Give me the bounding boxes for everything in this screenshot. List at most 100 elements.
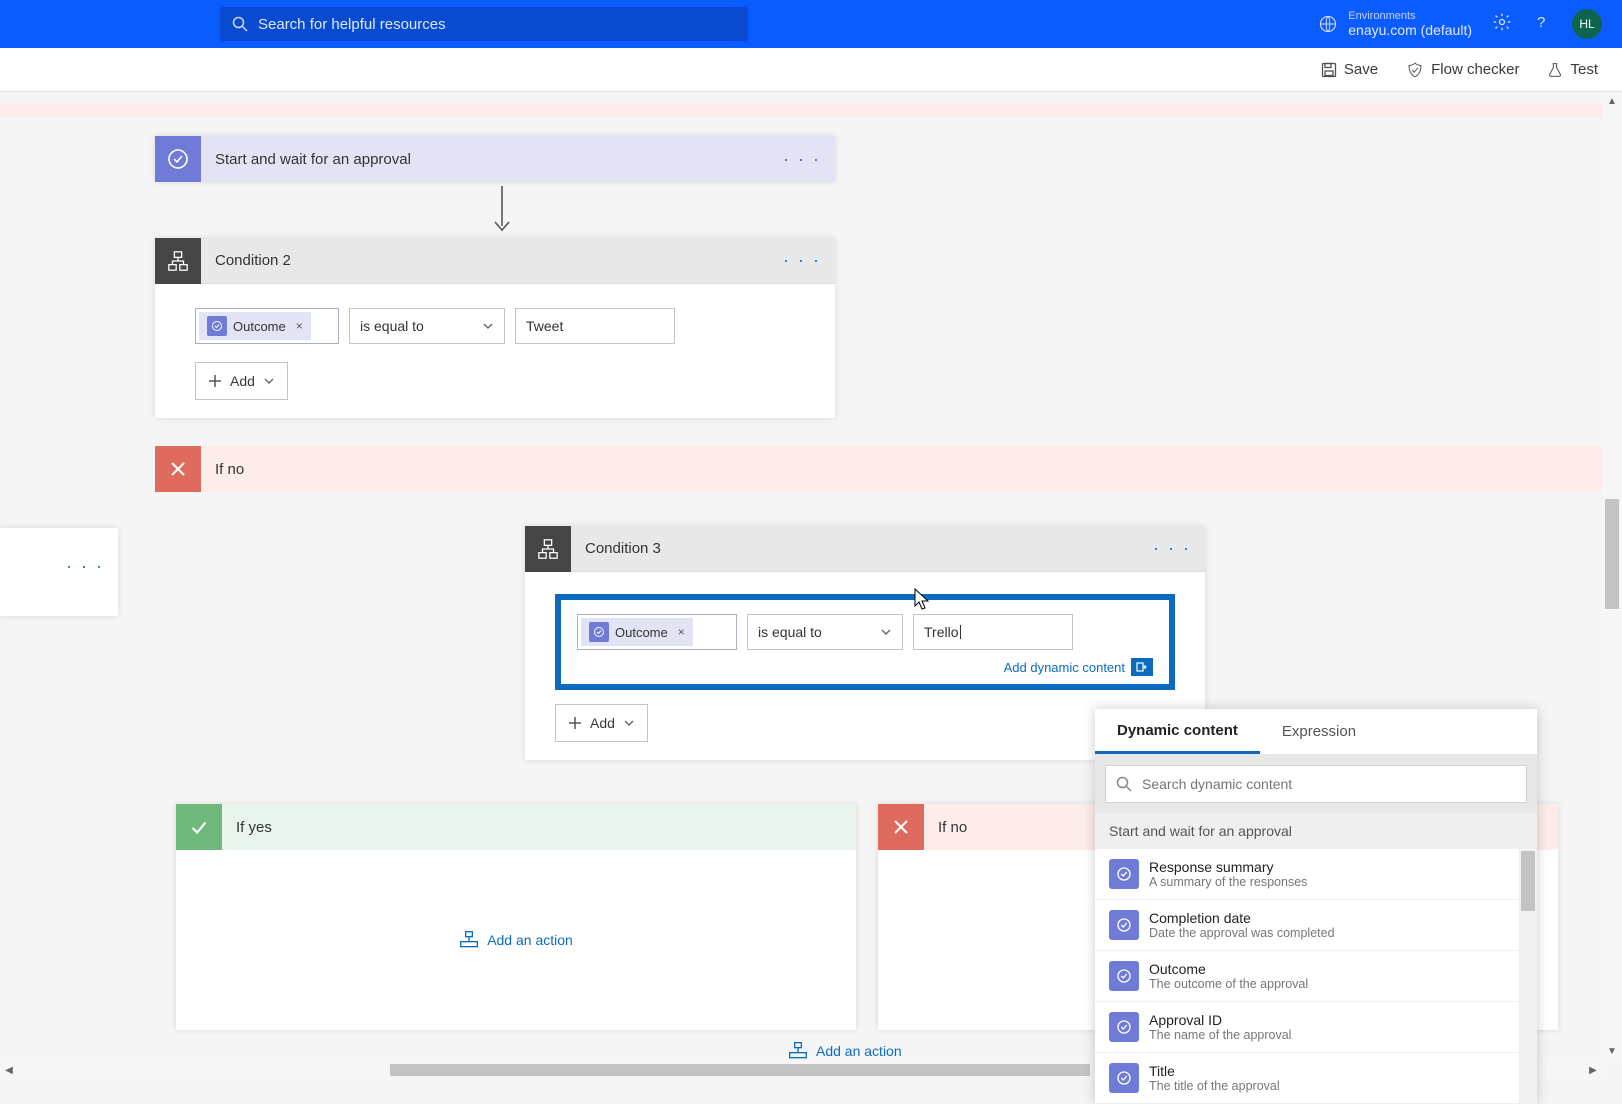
svg-text:?: ? — [1537, 14, 1545, 31]
add-label: Add — [590, 715, 615, 731]
add-action-label: Add an action — [816, 1043, 902, 1059]
search-icon — [1116, 776, 1132, 792]
condition-icon — [525, 526, 571, 572]
dc-item[interactable]: Completion dateDate the approval was com… — [1095, 900, 1537, 951]
condition-2-operator-select[interactable]: is equal to — [349, 308, 505, 344]
action-card-start-wait-approval[interactable]: Start and wait for an approval · · · — [155, 136, 835, 182]
dc-section-header: Start and wait for an approval — [1095, 813, 1537, 849]
condition-3-operator-select[interactable]: is equal to — [747, 614, 903, 650]
token-remove[interactable]: × — [678, 625, 685, 639]
approval-token-icon — [207, 316, 227, 336]
avatar-initials: HL — [1579, 17, 1594, 31]
flow-canvas[interactable]: Start and wait for an approval · · · Con… — [0, 92, 1622, 1080]
test-label: Test — [1570, 61, 1598, 78]
dc-item-title: Approval ID — [1149, 1012, 1291, 1028]
search-input[interactable]: Search for helpful resources — [220, 7, 748, 41]
tab-label: Dynamic content — [1117, 722, 1238, 739]
chevron-down-icon — [880, 626, 892, 638]
collapsed-branch-menu[interactable]: · · · — [66, 556, 104, 577]
dc-item-title: Response summary — [1149, 859, 1307, 875]
dc-item-list: Response summaryA summary of the respons… — [1095, 849, 1537, 1104]
dc-item[interactable]: OutcomeThe outcome of the approval — [1095, 951, 1537, 1002]
search-icon — [232, 16, 248, 32]
dc-search-input[interactable] — [1142, 776, 1516, 792]
dc-item-title: Completion date — [1149, 910, 1335, 926]
environments-icon — [1318, 14, 1338, 34]
environments-name: enayu.com (default) — [1348, 22, 1472, 38]
branch-card-if-yes[interactable]: If yes Add an action — [176, 804, 856, 1030]
chevron-down-icon — [482, 320, 494, 332]
save-button[interactable]: Save — [1321, 61, 1378, 78]
token-label: Outcome — [233, 319, 286, 334]
environment-picker[interactable]: Environments enayu.com (default) — [1318, 10, 1472, 38]
add-label: Add — [230, 373, 255, 389]
condition-3-left-operand[interactable]: Outcome × — [577, 614, 737, 650]
save-label: Save — [1344, 61, 1378, 78]
if-no-label: If no — [215, 461, 244, 478]
condition-2-menu[interactable]: · · · — [783, 250, 821, 271]
dynamic-content-search[interactable] — [1105, 765, 1527, 803]
approval-token-icon — [1109, 1012, 1139, 1042]
tab-expression[interactable]: Expression — [1260, 709, 1378, 754]
help-icon[interactable]: ? — [1532, 12, 1552, 37]
if-yes-label: If yes — [236, 819, 272, 836]
condition-2-left-operand[interactable]: Outcome × — [195, 308, 339, 344]
branch-bar-if-no[interactable]: If no — [0, 446, 1622, 492]
add-action-button-bottom[interactable]: Add an action — [788, 1041, 902, 1061]
dc-item-desc: Date the approval was completed — [1149, 926, 1335, 940]
dc-item[interactable]: TitleThe title of the approval — [1095, 1053, 1537, 1104]
scroll-left-arrow[interactable]: ◀ — [0, 1060, 18, 1080]
dynamic-content-toggle[interactable] — [1131, 658, 1153, 676]
test-icon — [1547, 62, 1563, 78]
dc-item-title: Outcome — [1149, 961, 1308, 977]
scroll-up-arrow[interactable]: ▲ — [1602, 92, 1622, 110]
approval-token-icon — [1109, 859, 1139, 889]
dc-item-desc: The name of the approval — [1149, 1028, 1291, 1042]
add-action-icon — [459, 930, 479, 950]
dc-scrollbar[interactable] — [1519, 849, 1537, 1104]
dc-item[interactable]: Approval IDThe name of the approval — [1095, 1002, 1537, 1053]
add-dynamic-content-link[interactable]: Add dynamic content — [1004, 660, 1125, 675]
dc-item-title: Title — [1149, 1063, 1280, 1079]
user-avatar[interactable]: HL — [1572, 9, 1602, 39]
connector-arrow — [490, 186, 514, 236]
token-remove[interactable]: × — [296, 319, 303, 333]
dc-item[interactable]: Response summaryA summary of the respons… — [1095, 849, 1537, 900]
condition-card-condition-2[interactable]: Condition 2 · · · Outcome × is equal to — [155, 238, 835, 418]
approval-card-title: Start and wait for an approval — [215, 151, 411, 168]
top-app-bar: Search for helpful resources Environment… — [0, 0, 1622, 48]
condition-3-add-button[interactable]: Add — [555, 704, 648, 742]
approval-token-icon — [1109, 1063, 1139, 1093]
scroll-right-arrow[interactable]: ▶ — [1584, 1060, 1602, 1080]
scroll-thumb[interactable] — [1605, 499, 1619, 609]
condition-3-value-input[interactable]: Trello — [913, 614, 1073, 650]
add-action-icon — [788, 1041, 808, 1061]
flow-checker-button[interactable]: Flow checker — [1406, 61, 1519, 79]
test-button[interactable]: Test — [1547, 61, 1598, 78]
collapsed-branch-card[interactable]: · · · — [0, 528, 118, 616]
condition-2-add-button[interactable]: Add — [195, 362, 288, 400]
condition-2-value: Tweet — [526, 318, 563, 334]
chevron-down-icon — [263, 375, 275, 387]
approval-token-icon — [1109, 910, 1139, 940]
condition-icon — [155, 238, 201, 284]
flow-checker-label: Flow checker — [1431, 61, 1519, 78]
condition-2-value-input[interactable]: Tweet — [515, 308, 675, 344]
settings-icon[interactable] — [1492, 12, 1512, 37]
environments-label: Environments — [1348, 10, 1472, 22]
chevron-down-icon — [623, 717, 635, 729]
text-caret — [960, 625, 961, 639]
vertical-scrollbar[interactable]: ▲ ▼ — [1602, 92, 1622, 1060]
token-label: Outcome — [615, 625, 668, 640]
operator-label: is equal to — [360, 318, 424, 334]
condition-3-menu[interactable]: · · · — [1153, 538, 1191, 559]
tab-dynamic-content[interactable]: Dynamic content — [1095, 709, 1260, 754]
close-icon — [155, 446, 201, 492]
add-action-label: Add an action — [487, 932, 573, 948]
add-action-button[interactable]: Add an action — [459, 930, 573, 950]
scroll-down-arrow[interactable]: ▼ — [1602, 1042, 1622, 1060]
hscroll-thumb[interactable] — [390, 1064, 1090, 1076]
if-no-2-label: If no — [938, 819, 967, 836]
approval-card-menu[interactable]: · · · — [783, 149, 821, 170]
command-bar: Save Flow checker Test — [0, 48, 1622, 92]
